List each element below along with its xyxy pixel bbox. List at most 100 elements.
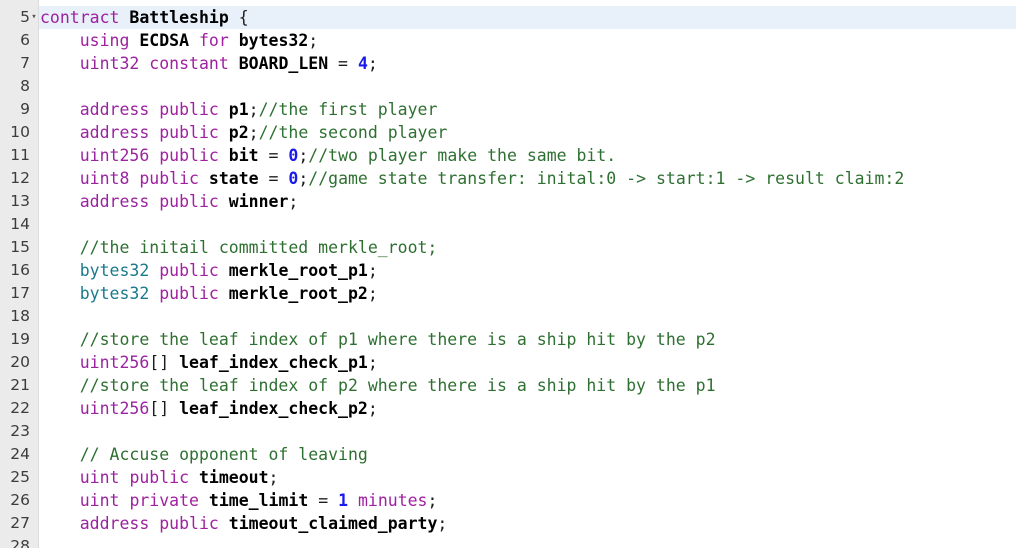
token-punc: { xyxy=(228,8,249,27)
code-line[interactable]: 16 bytes32 public merkle_root_p1; xyxy=(0,259,1016,282)
token-typ: uint256 xyxy=(79,146,150,165)
line-number: 27 xyxy=(10,514,30,532)
line-number: 25 xyxy=(10,468,30,486)
token-punc: ; xyxy=(248,123,259,142)
token-typ: uint xyxy=(79,491,120,510)
line-number: 12 xyxy=(10,169,30,187)
code-line[interactable]: 28 xyxy=(0,535,1016,548)
token-cmt: // Accuse opponent of leaving xyxy=(79,445,368,464)
token-kw: minutes xyxy=(357,491,428,510)
token-punc: = xyxy=(328,54,358,73)
token-typ: uint256 xyxy=(79,399,150,418)
line-number: 19 xyxy=(10,330,30,348)
code-line[interactable]: 18 xyxy=(0,305,1016,328)
token-typ: address xyxy=(79,514,150,533)
token-punc: ; xyxy=(298,169,309,188)
code-line[interactable]: 20 uint256[] leaf_index_check_p1; xyxy=(0,351,1016,374)
token-punc: ; xyxy=(248,100,259,119)
code-line[interactable]: 25 uint public timeout; xyxy=(0,466,1016,489)
line-number: 22 xyxy=(10,399,30,417)
token-punc: ; xyxy=(298,146,309,165)
code-line[interactable]: 5 ▾ contract Battleship { xyxy=(0,6,1016,29)
token-punc: ; xyxy=(367,54,378,73)
token-ident: time_limit xyxy=(208,491,309,510)
line-number: 23 xyxy=(10,422,30,440)
code-line-text: //store the leaf index of p1 where there… xyxy=(40,328,716,351)
token-typ: address xyxy=(79,192,150,211)
code-line-text: uint32 constant BOARD_LEN = 4; xyxy=(40,52,378,75)
code-line[interactable]: 7 uint32 constant BOARD_LEN = 4; xyxy=(0,52,1016,75)
code-line-text: //the initail committed merkle_root; xyxy=(40,236,438,259)
code-line[interactable]: 17 bytes32 public merkle_root_p2; xyxy=(0,282,1016,305)
code-line-text: uint8 public state = 0;//game state tran… xyxy=(40,167,905,190)
line-number: 18 xyxy=(10,307,30,325)
token-kw: contract xyxy=(40,8,120,27)
token-kw: public xyxy=(159,284,219,303)
code-line[interactable]: 11 uint256 public bit = 0;//two player m… xyxy=(0,144,1016,167)
code-line[interactable]: 19 //store the leaf index of p1 where th… xyxy=(0,328,1016,351)
code-line-text: uint256 public bit = 0;//two player make… xyxy=(40,144,616,167)
code-line-text: address public winner; xyxy=(40,190,299,213)
code-editor[interactable]: 45▾contract Battleship {6 using ECDSA fo… xyxy=(0,0,1016,548)
token-ident: bytes32 xyxy=(238,31,309,50)
token-typ: uint xyxy=(79,468,120,487)
token-kw: private xyxy=(129,491,199,510)
token-punc: ; xyxy=(437,514,448,533)
code-line[interactable]: 23 xyxy=(0,420,1016,443)
token-punc: [] xyxy=(149,353,180,372)
code-line[interactable]: 22 uint256[] leaf_index_check_p2; xyxy=(0,397,1016,420)
code-line[interactable]: 26 uint private time_limit = 1 minutes; xyxy=(0,489,1016,512)
code-line[interactable]: 15 //the initail committed merkle_root; xyxy=(0,236,1016,259)
token-kw: public xyxy=(159,514,219,533)
code-line[interactable]: 10 address public p2;//the second player xyxy=(0,121,1016,144)
token-kw: public xyxy=(159,146,219,165)
line-number: 16 xyxy=(10,261,30,279)
token-punc: [] xyxy=(149,399,180,418)
code-line[interactable]: 24 // Accuse opponent of leaving xyxy=(0,443,1016,466)
code-fold-chevron-down-icon[interactable]: ▾ xyxy=(29,6,39,29)
code-line[interactable]: 14 xyxy=(0,213,1016,236)
line-number: 26 xyxy=(10,491,30,509)
code-content[interactable]: 45▾contract Battleship {6 using ECDSA fo… xyxy=(0,0,1016,548)
code-line[interactable]: 6 using ECDSA for bytes32; xyxy=(0,29,1016,52)
line-number: 5 xyxy=(20,8,30,26)
line-number: 15 xyxy=(10,238,30,256)
token-cmt: //the second player xyxy=(258,123,448,142)
token-num: 0 xyxy=(288,169,299,188)
code-line[interactable]: 12 uint8 public state = 0;//game state t… xyxy=(0,167,1016,190)
code-line-text: // Accuse opponent of leaving xyxy=(40,443,368,466)
token-typ: uint32 xyxy=(79,54,140,73)
code-line[interactable]: 8 xyxy=(0,75,1016,98)
token-kw: public xyxy=(159,100,219,119)
token-cmt: //the initail committed merkle_root; xyxy=(79,238,438,257)
code-line[interactable]: 9 address public p1;//the first player xyxy=(0,98,1016,121)
code-line-text: contract Battleship { xyxy=(40,6,249,29)
code-line[interactable]: 27 address public timeout_claimed_party; xyxy=(0,512,1016,535)
token-cmt: //two player make the same bit. xyxy=(308,146,617,165)
code-line[interactable]: 21 //store the leaf index of p2 where th… xyxy=(0,374,1016,397)
token-punc: ; xyxy=(427,491,438,510)
token-cmt: //store the leaf index of p2 where there… xyxy=(79,376,716,395)
code-line[interactable]: 13 address public winner; xyxy=(0,190,1016,213)
token-kw: public xyxy=(159,261,219,280)
token-kw: public xyxy=(139,169,199,188)
